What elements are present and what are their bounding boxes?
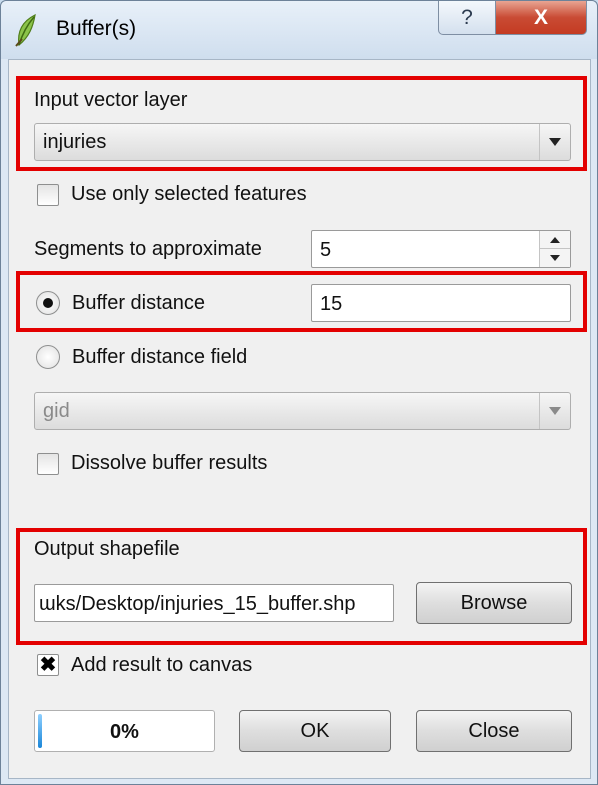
window-title: Buffer(s) <box>56 17 137 40</box>
help-icon: ? <box>461 5 473 29</box>
buffer-field-label: Buffer distance field <box>72 346 248 368</box>
segments-stepper[interactable] <box>539 231 570 267</box>
progress-bar: 0% <box>34 710 215 752</box>
ok-button[interactable]: OK <box>239 710 391 752</box>
buffer-distance-label: Buffer distance <box>72 292 206 314</box>
segments-spinbox[interactable]: 5 <box>311 230 571 268</box>
spin-down-icon[interactable] <box>540 249 570 267</box>
buffer-distance-value: 15 <box>320 293 343 315</box>
use-selected-label: Use only selected features <box>71 183 307 205</box>
add-to-canvas-checkbox[interactable]: ✖ <box>37 654 59 676</box>
buffer-distance-input[interactable]: 15 <box>311 284 571 322</box>
dissolve-checkbox[interactable] <box>37 453 59 475</box>
close-icon: X <box>533 5 548 29</box>
input-layer-combobox[interactable]: injuries <box>34 123 571 161</box>
buffer-dialog: Buffer(s) ? X Input vector layer injurie… <box>0 0 598 785</box>
buffer-field-value: gid <box>43 400 70 422</box>
chevron-down-icon[interactable] <box>539 124 570 160</box>
use-selected-checkbox[interactable] <box>37 184 59 206</box>
buffer-field-combobox[interactable]: gid <box>34 392 571 430</box>
add-to-canvas-label: Add result to canvas <box>71 654 253 676</box>
close-button[interactable]: Close <box>416 710 572 752</box>
spin-up-icon[interactable] <box>540 231 570 249</box>
progress-text: 0% <box>110 721 139 743</box>
dissolve-label: Dissolve buffer results <box>71 452 268 474</box>
output-path-input[interactable]: ɯks/Desktop/injuries_15_buffer.shp <box>34 584 394 622</box>
browse-button[interactable]: Browse <box>416 582 572 624</box>
window-close-button[interactable]: X <box>495 1 587 35</box>
segments-value: 5 <box>320 239 332 261</box>
output-label: Output shapefile <box>34 538 180 560</box>
title-bar: Buffer(s) ? X <box>1 1 597 59</box>
qgis-leaf-icon <box>15 13 36 47</box>
segments-label: Segments to approximate <box>34 238 262 260</box>
chevron-down-icon[interactable] <box>539 393 570 429</box>
buffer-distance-radio[interactable] <box>36 291 60 315</box>
output-path-value: ɯks/Desktop/injuries_15_buffer.shp <box>39 593 356 615</box>
input-layer-label: Input vector layer <box>34 89 188 111</box>
checkmark-icon: ✖ <box>39 654 57 676</box>
help-button[interactable]: ? <box>438 1 496 35</box>
buffer-field-radio[interactable] <box>36 345 60 369</box>
input-layer-value: injuries <box>43 131 107 153</box>
